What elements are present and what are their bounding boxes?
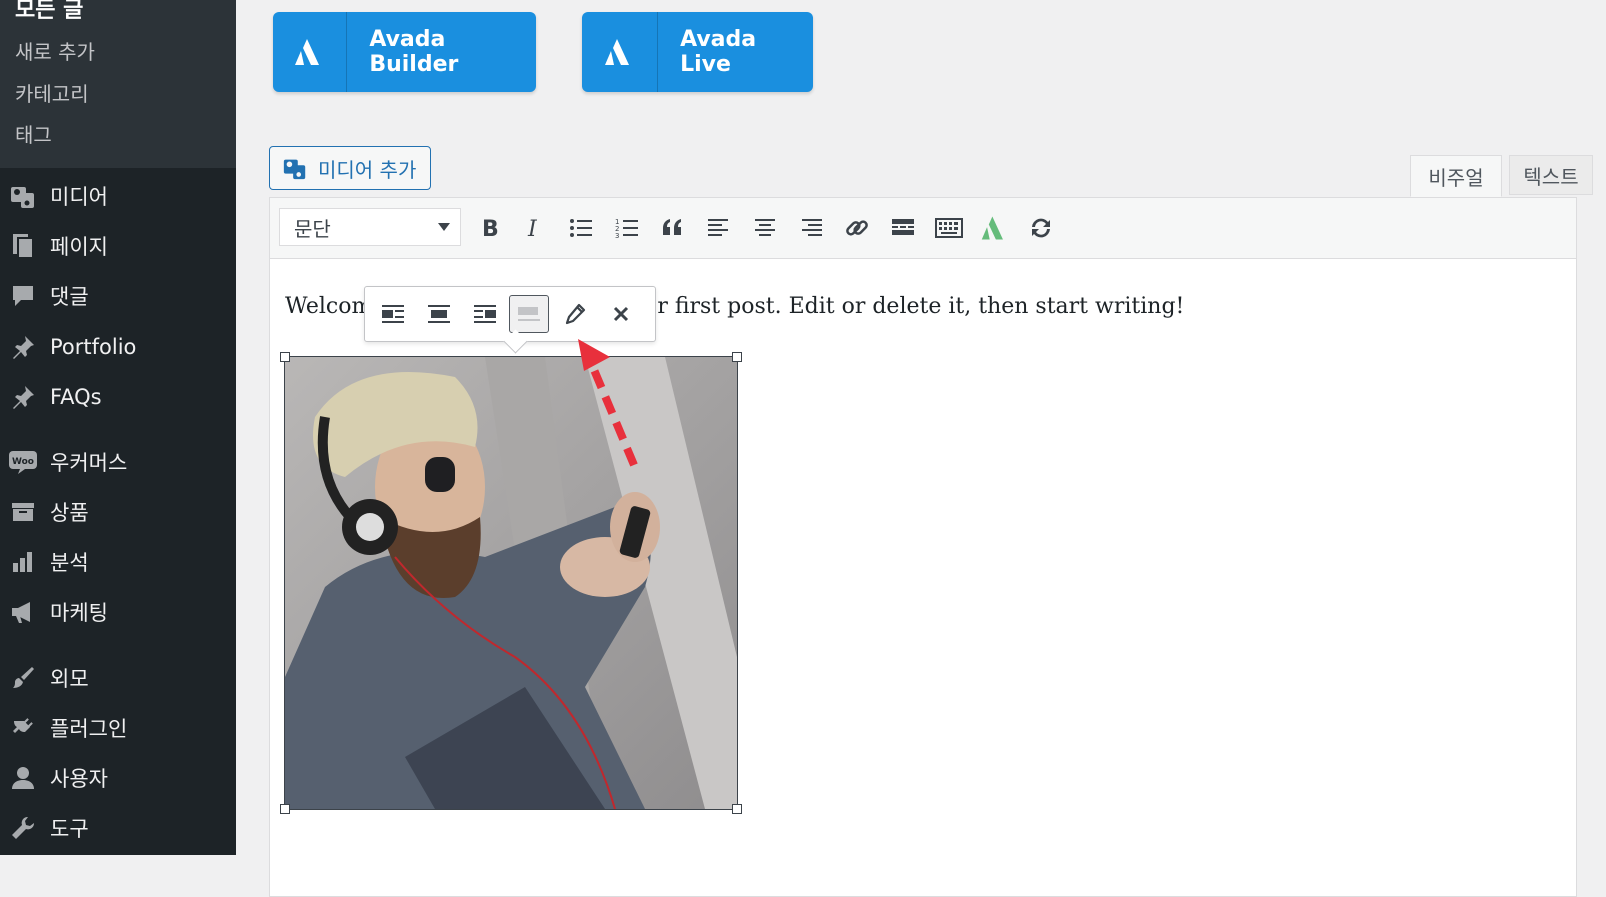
chart-icon: [8, 547, 38, 577]
sidebar-item-products[interactable]: 상품: [0, 490, 236, 534]
no-align-icon: [518, 307, 540, 321]
submenu-title-all-posts[interactable]: 모든 글: [15, 0, 83, 24]
sidebar-item-label: FAQs: [50, 385, 102, 409]
sidebar-item-label: 우커머스: [50, 451, 128, 475]
pin-icon: [8, 332, 38, 362]
sidebar-item-media[interactable]: 미디어: [0, 174, 236, 218]
svg-text:B: B: [482, 217, 499, 239]
megaphone-icon: [8, 597, 38, 627]
chevron-down-icon: [438, 223, 450, 231]
image-align-center-button[interactable]: [419, 295, 459, 333]
image-remove-button[interactable]: [601, 295, 641, 333]
sidebar-item-label: 도구: [50, 817, 89, 841]
avada-live-button[interactable]: Avada Live: [582, 12, 813, 92]
admin-sidebar: 모든 글 새로 추가 카테고리 태그 미디어 페이지 댓글 Portfolio …: [0, 0, 236, 855]
image-edit-button[interactable]: [555, 295, 595, 333]
avada-live-label: Avada Live: [680, 27, 757, 77]
brush-icon: [8, 663, 38, 693]
user-icon: [8, 763, 38, 793]
resize-handle-top-left[interactable]: [280, 352, 290, 362]
submenu-item-add-new[interactable]: 새로 추가: [15, 36, 95, 65]
resize-handle-bottom-right[interactable]: [732, 804, 742, 814]
sidebar-item-label: 분석: [50, 551, 89, 575]
tab-visual[interactable]: 비주얼: [1410, 155, 1502, 197]
paragraph-text-right: r first post. Edit or delete it, then st…: [657, 294, 1185, 319]
sidebar-item-label: 미디어: [50, 185, 108, 209]
tab-text[interactable]: 텍스트: [1509, 155, 1593, 195]
sidebar-item-users[interactable]: 사용자: [0, 756, 236, 800]
avada-icon[interactable]: [977, 210, 1013, 246]
align-center-icon: [428, 305, 450, 323]
resize-handle-bottom-left[interactable]: [280, 804, 290, 814]
format-select[interactable]: 문단: [279, 208, 461, 246]
posts-submenu: 모든 글 새로 추가 카테고리 태그: [0, 0, 236, 168]
bold-icon[interactable]: B: [471, 210, 507, 246]
wrench-icon: [8, 813, 38, 843]
align-left-icon[interactable]: [701, 210, 737, 246]
sidebar-item-analytics[interactable]: 분석: [0, 540, 236, 584]
align-center-icon[interactable]: [747, 210, 783, 246]
keyboard-icon[interactable]: [931, 210, 967, 246]
add-media-label: 미디어 추가: [318, 157, 417, 182]
svg-text:I: I: [527, 217, 538, 239]
italic-icon[interactable]: I: [517, 210, 553, 246]
selected-image[interactable]: [284, 356, 738, 810]
edit-pencil-icon: [565, 303, 586, 325]
avada-builder-label: Avada Builder: [369, 27, 459, 77]
sidebar-item-label: 마케팅: [50, 601, 108, 625]
avada-builder-button[interactable]: Avada Builder: [273, 12, 536, 92]
sidebar-item-faqs[interactable]: FAQs: [0, 375, 236, 419]
read-more-icon[interactable]: [885, 210, 921, 246]
sidebar-item-pages[interactable]: 페이지: [0, 224, 236, 268]
link-icon[interactable]: [839, 210, 875, 246]
svg-text:Woo: Woo: [12, 457, 34, 467]
sidebar-item-label: Portfolio: [50, 335, 137, 359]
align-right-icon[interactable]: [793, 210, 829, 246]
pin-icon: [8, 382, 38, 412]
sidebar-item-label: 사용자: [50, 767, 108, 791]
comments-icon: [8, 281, 38, 311]
pages-icon: [8, 231, 38, 261]
remove-icon: [613, 306, 629, 322]
align-left-icon: [382, 305, 404, 323]
sidebar-item-label: 페이지: [50, 235, 108, 259]
woo-icon: Woo: [8, 447, 38, 477]
blockquote-icon[interactable]: [655, 210, 691, 246]
sidebar-item-plugins[interactable]: 플러그인: [0, 706, 236, 750]
sidebar-item-label: 댓글: [50, 285, 89, 309]
refresh-icon[interactable]: [1023, 210, 1059, 246]
format-select-value: 문단: [294, 216, 331, 241]
svg-text:3: 3: [615, 232, 619, 239]
man-with-headphones-photo: [285, 357, 737, 809]
archive-icon: [8, 497, 38, 527]
editor-toolbar: 문단 B I 123: [270, 198, 1576, 259]
avada-logo-icon: [273, 12, 348, 92]
sidebar-item-portfolio[interactable]: Portfolio: [0, 325, 236, 369]
sidebar-item-woocommerce[interactable]: Woo 우커머스: [0, 440, 236, 484]
sidebar-item-marketing[interactable]: 마케팅: [0, 590, 236, 634]
numbered-list-icon[interactable]: 123: [609, 210, 645, 246]
sidebar-item-comments[interactable]: 댓글: [0, 274, 236, 318]
image-align-left-button[interactable]: [373, 295, 413, 333]
align-right-icon: [474, 305, 496, 323]
sidebar-item-tools[interactable]: 도구: [0, 806, 236, 850]
resize-handle-top-right[interactable]: [732, 352, 742, 362]
avada-logo-icon: [582, 12, 659, 92]
plugin-icon: [8, 713, 38, 743]
media-icon: [8, 181, 38, 211]
sidebar-item-appearance[interactable]: 외모: [0, 656, 236, 700]
image-no-align-button[interactable]: [509, 295, 549, 333]
sidebar-item-label: 플러그인: [50, 717, 128, 741]
submenu-item-categories[interactable]: 카테고리: [15, 78, 89, 107]
submenu-item-tags[interactable]: 태그: [15, 119, 52, 148]
image-align-right-button[interactable]: [465, 295, 505, 333]
sidebar-item-label: 상품: [50, 501, 89, 525]
sidebar-item-label: 외모: [50, 667, 89, 691]
image-inline-toolbar: [364, 286, 656, 342]
annotation-arrow-icon: [578, 339, 638, 467]
bullet-list-icon[interactable]: [563, 210, 599, 246]
add-media-button[interactable]: 미디어 추가: [269, 146, 431, 190]
media-icon: [282, 155, 308, 181]
paragraph-text-left: Welcom: [285, 294, 373, 319]
